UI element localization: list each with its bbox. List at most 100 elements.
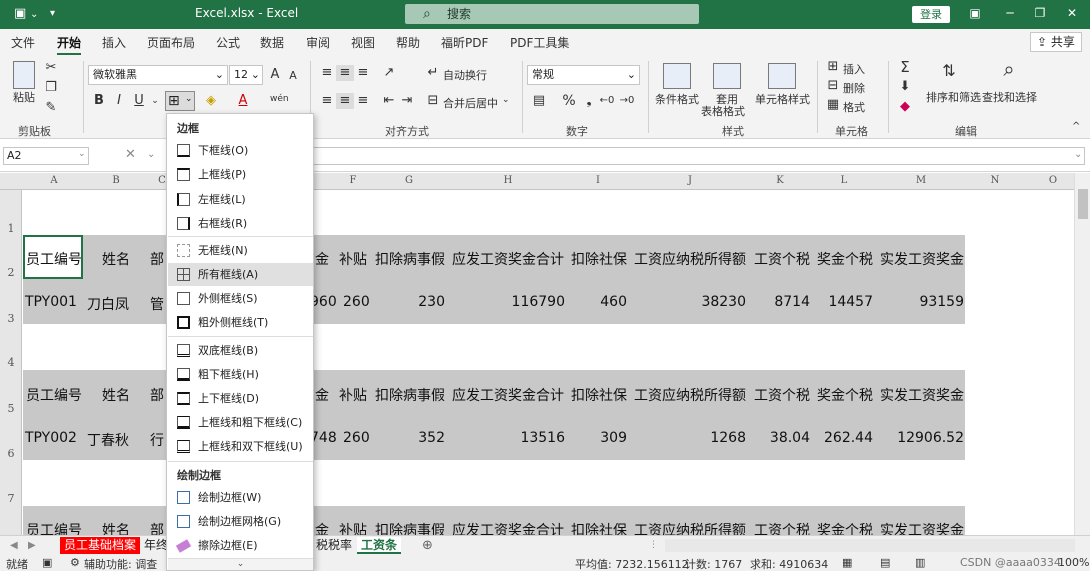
phonetic-icon[interactable]: wén bbox=[270, 91, 289, 107]
header-cell[interactable]: 实发工资奖金 bbox=[880, 385, 964, 405]
row-header-3[interactable]: 3 bbox=[0, 312, 22, 325]
vertical-scrollbar[interactable] bbox=[1074, 173, 1090, 535]
add-sheet-icon[interactable]: ⊕ bbox=[418, 537, 437, 554]
increase-decimal-icon[interactable]: ←0 bbox=[598, 93, 616, 109]
borders-button[interactable]: ⊞ ⌄ bbox=[165, 91, 195, 111]
header-cell[interactable]: 金 bbox=[315, 385, 329, 405]
tab-page-layout[interactable]: 页面布局 bbox=[147, 34, 195, 51]
menu-item-thick-outside-borders[interactable]: 粗外侧框线(T) bbox=[168, 311, 313, 334]
name-box[interactable]: A2 bbox=[3, 147, 89, 165]
header-cell[interactable]: 实发工资奖金 bbox=[880, 249, 964, 269]
format-table-icon[interactable] bbox=[713, 63, 741, 89]
macro-record-icon[interactable]: ▣ bbox=[42, 556, 52, 569]
chevron-down-icon[interactable]: ⌄ bbox=[147, 149, 155, 160]
header-cell[interactable]: 姓名 bbox=[102, 249, 130, 269]
col-header-h[interactable]: H bbox=[488, 175, 528, 186]
header-cell[interactable]: 姓名 bbox=[102, 385, 130, 405]
close-icon[interactable]: ✕ bbox=[1062, 6, 1082, 20]
menu-more-chevron-icon[interactable]: ⌄ bbox=[168, 558, 313, 570]
comma-style-icon[interactable]: ❟ bbox=[580, 93, 598, 109]
font-name-select[interactable]: 微软雅黑 ⌄ bbox=[88, 65, 228, 85]
tab-insert[interactable]: 插入 bbox=[102, 34, 126, 51]
format-cells-button[interactable]: 格式 bbox=[843, 99, 865, 115]
data-cell[interactable]: 38.04 bbox=[760, 430, 810, 446]
menu-item-left-border[interactable]: 左框线(L) bbox=[168, 188, 313, 211]
tab-pdf-tools[interactable]: PDF工具集 bbox=[510, 34, 569, 51]
header-cell[interactable]: 工资个税 bbox=[754, 249, 810, 269]
bold-button[interactable]: B bbox=[90, 93, 108, 109]
format-painter-icon[interactable]: ✎ bbox=[42, 100, 60, 116]
cell-styles-button[interactable]: 单元格样式 bbox=[755, 91, 810, 107]
col-header-o[interactable]: O bbox=[1033, 175, 1073, 186]
align-left-icon[interactable]: ≡ bbox=[318, 93, 336, 109]
header-cell[interactable]: 金 bbox=[315, 249, 329, 269]
row-header-5[interactable]: 5 bbox=[0, 402, 22, 415]
col-header-j[interactable]: J bbox=[670, 175, 710, 186]
accounting-format-icon[interactable]: ▤ bbox=[530, 93, 548, 109]
clear-icon[interactable]: ◆ bbox=[896, 99, 914, 115]
menu-item-top-border[interactable]: 上框线(P) bbox=[168, 163, 313, 186]
merge-center-button[interactable]: 合并后居中 bbox=[443, 95, 498, 111]
tab-foxit-pdf[interactable]: 福昕PDF bbox=[441, 34, 488, 51]
accessibility-status[interactable]: 辅助功能: 调查 bbox=[84, 556, 157, 571]
header-cell[interactable]: 部 bbox=[150, 385, 164, 405]
paste-button[interactable]: 粘贴 bbox=[13, 89, 35, 105]
data-cell[interactable]: 262.44 bbox=[820, 430, 873, 446]
search-box[interactable]: ⌕ 搜索 bbox=[405, 4, 699, 24]
col-header-f[interactable]: F bbox=[333, 175, 373, 186]
paste-icon[interactable] bbox=[13, 61, 35, 89]
next-sheet-icon[interactable]: ▶ bbox=[24, 537, 40, 554]
grow-font-icon[interactable]: A bbox=[266, 67, 284, 83]
font-size-select[interactable]: 12 ⌄ bbox=[229, 65, 263, 85]
row-header-4[interactable]: 4 bbox=[0, 356, 22, 369]
page-layout-view-icon[interactable]: ▤ bbox=[880, 556, 890, 569]
header-cell[interactable]: 员工编号 bbox=[26, 385, 82, 405]
wrap-text-button[interactable]: 自动换行 bbox=[443, 67, 487, 83]
data-cell[interactable]: 230 bbox=[390, 294, 445, 310]
menu-item-right-border[interactable]: 右框线(R) bbox=[168, 212, 313, 235]
menu-item-outside-borders[interactable]: 外侧框线(S) bbox=[168, 287, 313, 310]
chevron-down-icon[interactable]: ⌄ bbox=[502, 95, 510, 105]
qat-dropdown-icon[interactable]: ⌄ bbox=[30, 9, 38, 20]
percent-button[interactable]: % bbox=[560, 93, 578, 109]
conditional-format-icon[interactable] bbox=[663, 63, 691, 89]
font-color-icon[interactable]: A bbox=[234, 93, 252, 109]
sheet-tab-payslip[interactable]: 工资条 bbox=[357, 537, 402, 554]
menu-item-draw-border[interactable]: 绘制边框(W) bbox=[168, 486, 313, 509]
sort-filter-icon[interactable]: ⇅ bbox=[940, 63, 958, 79]
row-header-1[interactable]: 1 bbox=[0, 222, 22, 235]
align-center-icon[interactable]: ≡ bbox=[336, 93, 354, 109]
col-header-n[interactable]: N bbox=[975, 175, 1015, 186]
data-cell[interactable]: 38230 bbox=[680, 294, 746, 310]
login-button[interactable]: 登录 bbox=[912, 6, 950, 23]
data-cell[interactable]: 460 bbox=[580, 294, 627, 310]
header-cell[interactable]: 补贴 bbox=[339, 385, 367, 405]
col-header-l[interactable]: L bbox=[824, 175, 864, 186]
header-cell[interactable]: 员工编号 bbox=[26, 249, 82, 269]
page-break-view-icon[interactable]: ▥ bbox=[915, 556, 925, 569]
fill-color-icon[interactable]: ◈ bbox=[202, 93, 220, 109]
shrink-font-icon[interactable]: A bbox=[284, 68, 302, 84]
row-header-6[interactable]: 6 bbox=[0, 447, 22, 460]
header-cell[interactable]: 工资应纳税所得额 bbox=[634, 249, 746, 269]
delete-cells-button[interactable]: 删除 bbox=[843, 80, 865, 96]
data-cell[interactable]: 8714 bbox=[760, 294, 810, 310]
menu-item-top-thick-bottom-border[interactable]: 上框线和粗下框线(C) bbox=[168, 411, 313, 434]
sheet-tab-employee-basics[interactable]: 员工基础档案 bbox=[60, 537, 141, 554]
header-cell[interactable]: 工资个税 bbox=[754, 385, 810, 405]
menu-item-no-border[interactable]: 无框线(N) bbox=[168, 239, 313, 262]
cut-icon[interactable]: ✂ bbox=[42, 60, 60, 76]
col-header-m[interactable]: M bbox=[901, 175, 941, 186]
tab-file[interactable]: 文件 bbox=[11, 34, 35, 51]
align-right-icon[interactable]: ≡ bbox=[354, 93, 372, 109]
tab-home[interactable]: 开始 bbox=[57, 34, 82, 56]
tab-view[interactable]: 视图 bbox=[351, 34, 375, 51]
tab-help[interactable]: 帮助 bbox=[396, 34, 420, 51]
tab-split-icon[interactable]: ⋮ bbox=[645, 537, 662, 554]
cell-styles-icon[interactable] bbox=[768, 63, 796, 89]
data-cell[interactable]: 116790 bbox=[480, 294, 565, 310]
tab-data[interactable]: 数据 bbox=[260, 34, 284, 51]
align-bottom-icon[interactable]: ≡ bbox=[354, 65, 372, 81]
data-cell[interactable]: 刀白凤 bbox=[87, 294, 129, 314]
header-cell[interactable]: 应发工资奖金合计 bbox=[452, 249, 564, 269]
